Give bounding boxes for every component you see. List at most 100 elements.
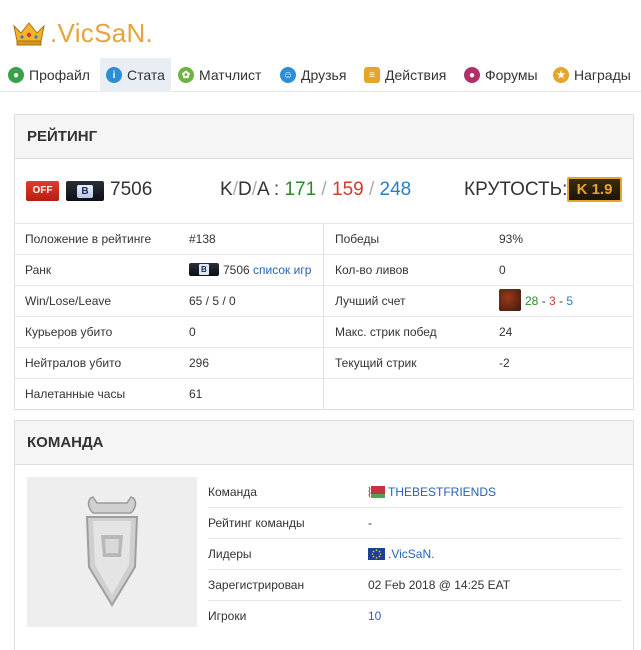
separator: -	[559, 294, 564, 308]
kda-summary: K/D/A : 171 / 159 / 248	[220, 179, 412, 200]
tab-label: Профайл	[29, 67, 90, 83]
tab-stats[interactable]: i Стата	[100, 58, 171, 92]
team-body: Команда THEBESTFRIENDS Рейтинг команды -…	[15, 465, 633, 650]
stat-label: Win/Lose/Leave	[25, 294, 112, 308]
stat-label: Лучший счет	[335, 294, 406, 308]
best-score-cell[interactable]: 28 - 3 - 5	[499, 286, 573, 317]
rating-value: 7506	[110, 179, 153, 200]
stat-label: Положение в рейтинге	[25, 232, 152, 246]
team-value: -	[368, 516, 372, 530]
kda-deaths: 159	[332, 179, 364, 200]
tab-matchlist[interactable]: ✿ Матчлист	[178, 58, 261, 92]
stat-value: -2	[499, 356, 510, 370]
leader-link[interactable]: .VicSaN.	[388, 547, 434, 561]
stat-value: 61	[189, 387, 203, 401]
team-panel: КОМАНДА Команда THEBESTFRIENDS Рейтинг к…	[14, 420, 634, 650]
rank-cell: 7506 список игр	[189, 255, 311, 286]
stat-label: Ранк	[25, 263, 52, 277]
game-list-link[interactable]: список игр	[253, 263, 311, 277]
stat-label: Курьеров убито	[25, 325, 113, 339]
kda-kills: 171	[284, 179, 317, 200]
stat-value: #138	[189, 232, 216, 246]
crown-icon	[13, 22, 45, 46]
tab-label: Друзья	[301, 67, 347, 83]
stat-label: Победы	[335, 232, 380, 246]
tab-friends[interactable]: ☺ Друзья	[280, 58, 346, 92]
tab-forums[interactable]: ● Форумы	[464, 58, 538, 92]
table-row: Курьеров убито 0 Макс. стрик побед 24	[15, 317, 633, 348]
players-count-link[interactable]: 10	[368, 601, 381, 632]
krutost-badge: K 1.9	[567, 177, 622, 202]
stat-value: 296	[189, 356, 210, 370]
team-label: Рейтинг команды	[208, 516, 305, 530]
team-label: Лидеры	[208, 547, 252, 561]
profile-tabs: ● Профайл i Стата ✿ Матчлист ☺ Друзья ≡ …	[0, 58, 641, 92]
rank-letter: B	[77, 184, 93, 198]
actions-icon: ≡	[364, 67, 380, 83]
rank-badge-icon: B	[66, 181, 104, 201]
table-row: Положение в рейтинге #138 Победы 93%	[15, 224, 633, 255]
best-kills: 28	[525, 294, 539, 308]
team-label: Зарегистрирован	[208, 578, 305, 592]
kda-a-label: A	[256, 179, 269, 200]
tab-label: Стата	[127, 67, 165, 83]
kda-assists: 248	[379, 179, 412, 200]
awards-icon: ★	[553, 67, 569, 83]
tab-label: Форумы	[485, 67, 538, 83]
stat-value: 24	[499, 325, 513, 339]
best-assists: 5	[566, 294, 574, 308]
friends-icon: ☺	[280, 67, 296, 83]
tab-label: Действия	[385, 67, 447, 83]
stat-label: Текущий стрик	[335, 356, 417, 370]
rank-value: 7506	[223, 263, 250, 277]
stat-value: 93%	[499, 232, 524, 246]
table-row: Win/Lose/Leave 65 / 5 / 0 Лучший счет 28…	[15, 286, 633, 317]
team-row: Зарегистрирован 02 Feb 2018 @ 14:25 EAT	[208, 570, 622, 601]
rating-panel: РЕЙТИНГ OFF B 7506 K/D/A : 171 / 159 / 2…	[14, 114, 634, 410]
stat-label: Налетанные часы	[25, 387, 126, 401]
best-deaths: 3	[549, 294, 556, 308]
player-name: .VicSaN.	[50, 18, 154, 48]
team-row: Рейтинг команды -	[208, 508, 622, 539]
profile-icon: ●	[8, 67, 24, 83]
tab-label: Награды	[574, 67, 631, 83]
leader-cell[interactable]: .VicSaN.	[368, 539, 434, 570]
team-label: Команда	[208, 485, 257, 499]
tab-actions[interactable]: ≡ Действия	[364, 58, 446, 92]
kda-d-label: D	[237, 179, 252, 200]
team-row: Лидеры .VicSaN.	[208, 539, 622, 570]
off-badge: OFF	[26, 181, 59, 201]
team-emblem-icon	[85, 496, 139, 607]
stat-label: Макс. стрик побед	[335, 325, 437, 339]
table-row: Налетанные часы 61	[15, 379, 633, 410]
profile-header: .VicSaN.	[0, 0, 641, 58]
stat-value: 0	[189, 325, 196, 339]
stat-label: Нейтралов убито	[25, 356, 122, 370]
team-name-cell[interactable]: THEBESTFRIENDS	[368, 477, 496, 508]
krutost-label: КРУТОСТЬ:	[464, 179, 568, 200]
team-value: 02 Feb 2018 @ 14:25 EAT	[368, 578, 511, 592]
stat-label: Кол-во ливов	[335, 263, 409, 277]
team-row: Игроки 10	[208, 601, 622, 632]
rating-heading: РЕЙТИНГ	[15, 115, 633, 159]
stats-icon: i	[106, 67, 122, 83]
team-row: Команда THEBESTFRIENDS	[208, 477, 622, 508]
rank-badge-icon	[189, 263, 219, 276]
table-row: Ранк 7506 список игр Кол-во ливов 0	[15, 255, 633, 286]
tab-profile[interactable]: ● Профайл	[8, 58, 90, 92]
kda-k-label: K	[220, 179, 233, 200]
belarus-flag-icon	[368, 486, 385, 498]
separator: -	[541, 294, 546, 308]
team-heading: КОМАНДА	[15, 421, 633, 465]
table-row: Нейтралов убито 296 Текущий стрик -2	[15, 348, 633, 379]
tab-awards[interactable]: ★ Награды	[553, 58, 631, 92]
hero-icon[interactable]	[499, 289, 521, 311]
tab-label: Матчлист	[199, 67, 262, 83]
forums-icon: ●	[464, 67, 480, 83]
eu-flag-icon	[368, 548, 385, 560]
matchlist-icon: ✿	[178, 67, 194, 83]
rating-summary: OFF B 7506 K/D/A : 171 / 159 / 248 КРУТО…	[15, 159, 633, 224]
stat-value: 0	[499, 263, 506, 277]
team-name-link[interactable]: THEBESTFRIENDS	[388, 485, 496, 499]
team-logo	[27, 477, 197, 627]
